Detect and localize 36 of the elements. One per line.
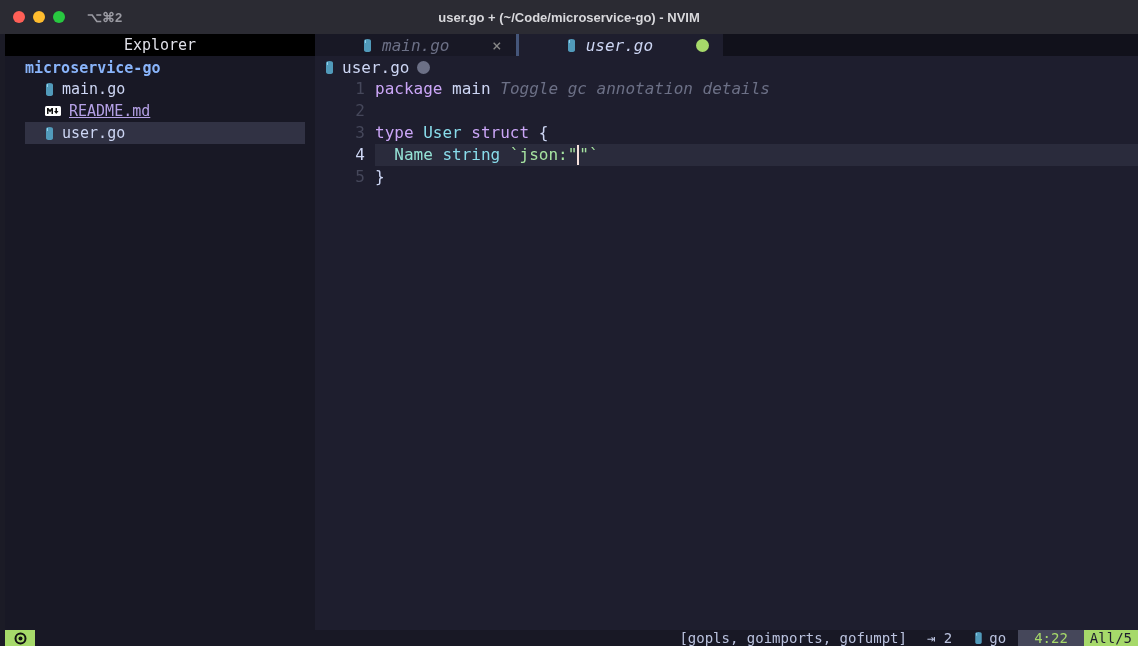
close-tab-button[interactable]: × (492, 35, 502, 55)
markdown-file-icon (45, 106, 61, 116)
target-icon (13, 631, 27, 645)
text-cursor (577, 145, 580, 165)
window-title: user.go + (~/Code/microservice-go) - NVIM (438, 9, 700, 25)
code-token: User (422, 122, 462, 144)
modified-dot (695, 38, 709, 52)
line-number: 4 (354, 144, 366, 166)
breadcrumb-file: user.go (342, 57, 410, 77)
file-tree-item[interactable]: README.md (25, 100, 305, 122)
code-token: main (451, 78, 491, 100)
formatters-label: [gopls, goimports, gofumpt] (678, 630, 908, 646)
maximize-window-button[interactable] (53, 11, 65, 23)
code-token: type (375, 122, 414, 144)
explorer-header: Explorer (5, 34, 315, 56)
code-token: } (375, 166, 385, 188)
code-token: string (441, 144, 501, 166)
close-window-button[interactable] (13, 11, 25, 23)
code-token: `json:" (508, 144, 578, 166)
shortcut-label: ⌥⌘2 (87, 9, 123, 25)
code-token: "` (579, 144, 599, 166)
indent-label: ⇥ 2 (925, 630, 954, 646)
code-token: Name (393, 144, 433, 166)
code-token: package (375, 78, 443, 100)
cursor-position: 4:22 (1018, 630, 1084, 646)
project-folder[interactable]: microservice-go (25, 58, 161, 78)
scroll-progress: All/5 (1083, 630, 1138, 646)
code-token: struct (470, 122, 530, 144)
file-tree-item[interactable]: main.go (25, 78, 305, 100)
editor-tab[interactable]: main.go × (315, 34, 516, 56)
code-token: { (537, 122, 549, 144)
file-tree-item[interactable]: user.go (25, 122, 305, 144)
minimize-window-button[interactable] (33, 11, 45, 23)
editor-tab[interactable]: user.go (518, 34, 723, 56)
inline-hint: Toggle gc annotation details (499, 78, 770, 100)
filetype-label: go (989, 630, 1007, 646)
